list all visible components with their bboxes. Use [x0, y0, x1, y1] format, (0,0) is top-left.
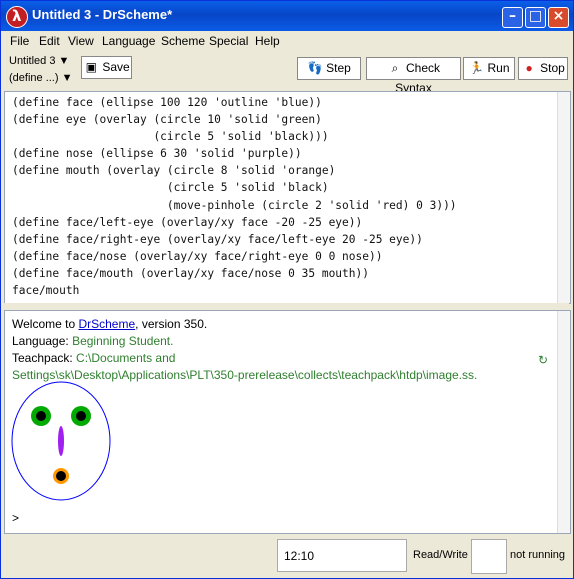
repl-prompt[interactable]: >	[12, 511, 19, 525]
menu-help[interactable]: Help	[255, 34, 280, 48]
drscheme-logo-icon	[6, 6, 28, 28]
definitions-scrollbar[interactable]	[557, 92, 570, 303]
title-bar: Untitled 3 - DrScheme* – □ ×	[1, 1, 573, 31]
interactions-window[interactable]: Welcome to DrScheme, version 350. Langua…	[4, 310, 571, 534]
interactions-scrollbar[interactable]	[557, 311, 570, 533]
left-pupil	[36, 411, 46, 421]
running-status: not running	[510, 549, 566, 561]
welcome-line: Welcome to DrScheme, version 350.	[12, 317, 208, 331]
nose	[58, 426, 64, 456]
window-title: Untitled 3 - DrScheme*	[32, 7, 173, 22]
stop-sign-icon: ●	[525, 61, 533, 75]
definitions-editor[interactable]: (define face (ellipse 100 120 'outline '…	[4, 91, 571, 304]
face-image	[11, 381, 111, 501]
menu-edit[interactable]: Edit	[39, 34, 60, 48]
menu-file[interactable]: File	[10, 34, 29, 48]
menu-scheme[interactable]: Scheme	[161, 34, 205, 48]
status-bar: 12:10 Read/Write not running	[1, 537, 573, 577]
close-icon[interactable]: ×	[548, 7, 569, 28]
define-selector[interactable]: (define ...) ▼	[9, 72, 77, 87]
toolbar: Untitled 3 ▼ (define ...) ▼ ▣ Save 👣 Step …	[1, 51, 573, 95]
run-button[interactable]: 🏃 Run	[463, 57, 515, 80]
drscheme-link[interactable]: DrScheme	[78, 317, 135, 331]
teachpack-path-line: Settings\sk\Desktop\Applications\PLT\350…	[12, 368, 478, 382]
mouth-center	[56, 471, 66, 481]
minimize-icon[interactable]: –	[502, 7, 523, 28]
foot-icon: 👣	[307, 61, 323, 75]
pane-splitter[interactable]	[4, 303, 569, 309]
menu-view[interactable]: View	[68, 34, 94, 48]
teachpack-indicator-icon: ↻	[538, 353, 549, 367]
definitions-code[interactable]: (define face (ellipse 100 120 'outline '…	[12, 94, 457, 299]
step-button[interactable]: 👣 Step	[297, 57, 361, 80]
drscheme-window: Untitled 3 - DrScheme* – □ × File Edit V…	[0, 0, 574, 579]
save-button[interactable]: ▣ Save	[81, 56, 132, 79]
running-person-icon: 🏃	[469, 61, 484, 75]
menu-bar: File Edit View Language Scheme Special H…	[1, 32, 573, 50]
menu-special[interactable]: Special	[209, 34, 248, 48]
clock-display: 12:10	[277, 539, 407, 572]
check-syntax-button[interactable]: ⌕ Check Syntax	[366, 57, 461, 95]
floppy-disk-icon: ▣	[85, 60, 97, 74]
teachpack-line: Teachpack: C:\Documents and	[12, 351, 176, 365]
menu-language[interactable]: Language	[102, 34, 155, 48]
magnifier-icon: ⌕	[391, 61, 399, 75]
language-line: Language: Beginning Student.	[12, 334, 174, 348]
stop-button[interactable]: ● Stop	[518, 57, 568, 80]
maximize-icon[interactable]: □	[525, 7, 546, 28]
file-selector[interactable]: Untitled 3 ▼	[9, 55, 77, 70]
read-write-status: Read/Write	[413, 549, 468, 561]
gc-indicator	[471, 539, 507, 574]
right-pupil	[76, 411, 86, 421]
